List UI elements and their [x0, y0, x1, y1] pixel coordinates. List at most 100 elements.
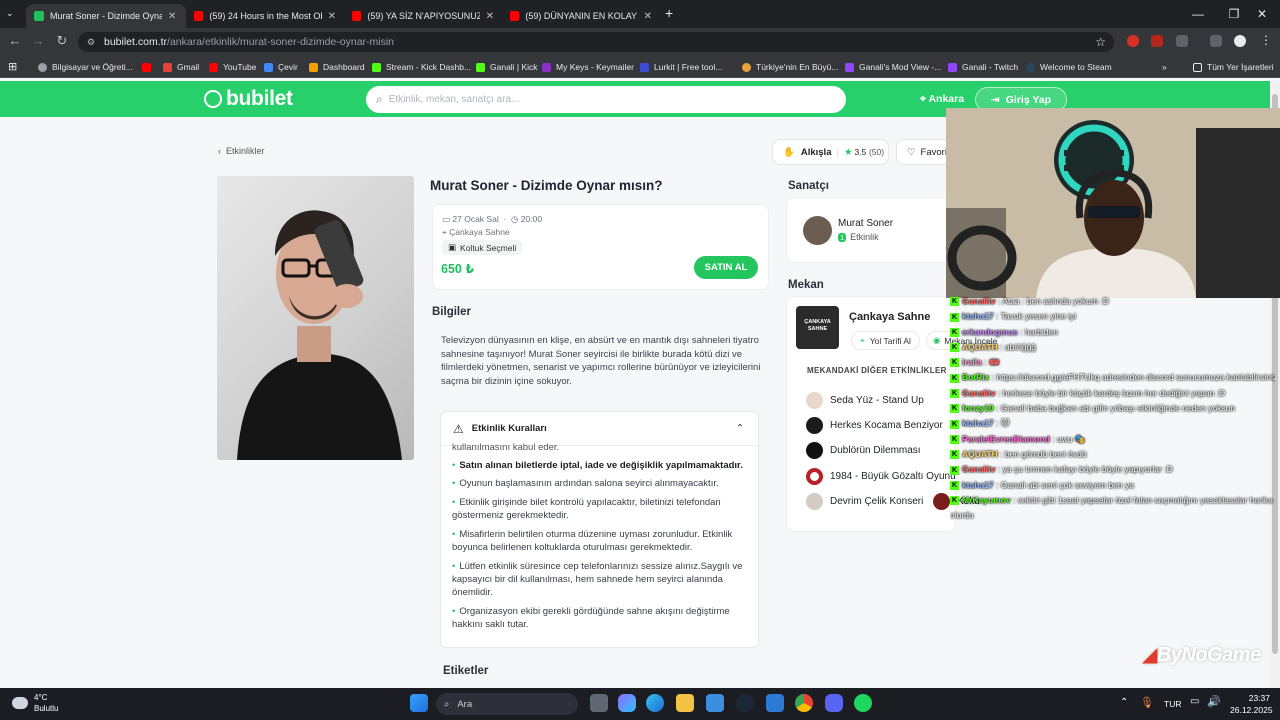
tab-youtube-3[interactable]: (59) DÜNYANIN EN KOLAY BAN… ✕: [502, 4, 660, 28]
other-event-item[interactable]: 1984 - Büyük Gözaltı Oyunu: [806, 467, 956, 486]
buy-ticket-button[interactable]: SATIN AL: [694, 256, 758, 279]
event-venue-link[interactable]: ⌖ Çankaya Sahne: [442, 227, 510, 238]
bookmark-item[interactable]: [142, 58, 156, 76]
rule-partial-line: kullanılmasını kabul eder.: [452, 442, 560, 453]
location-pin-icon: ⌖: [860, 335, 865, 345]
site-info-icon[interactable]: ⚙: [87, 37, 95, 48]
chevron-up-icon[interactable]: ⌃: [736, 423, 744, 434]
taskbar-search[interactable]: ⌕ Ara: [436, 693, 578, 715]
more-bookmarks-icon[interactable]: »: [1162, 58, 1167, 76]
extension-tp-icon[interactable]: [1151, 35, 1163, 47]
extension-red-icon[interactable]: [1127, 35, 1139, 47]
steam-icon[interactable]: [736, 694, 754, 712]
close-tab-icon[interactable]: ✕: [168, 11, 176, 22]
calendar-icon: ▭: [442, 214, 453, 224]
bookmark-item-translate[interactable]: Çevir: [264, 58, 298, 76]
bookmark-item-turkiye[interactable]: Türkiye'nin En Büyü...: [742, 58, 838, 76]
other-event-item[interactable]: Devrim Çelik Konseri: [806, 492, 923, 511]
site-search-input[interactable]: ⌕ Etkinlik, mekan, sanatçı ara...: [366, 86, 846, 113]
bookmark-item-ganali-kick[interactable]: Ganali | Kick: [476, 58, 538, 76]
bookmark-item-lurkit[interactable]: Lurkit | Free tool...: [640, 58, 722, 76]
task-view-icon[interactable]: [590, 694, 608, 712]
close-tab-icon[interactable]: ✕: [486, 11, 494, 22]
city-selector[interactable]: ⌖ Ankara: [920, 93, 964, 106]
tab-bubilet[interactable]: Murat Soner - Dizimde Oynar mısın? ✕: [26, 4, 186, 28]
spotify-icon[interactable]: [854, 694, 872, 712]
minimize-icon[interactable]: —: [1180, 0, 1216, 28]
event-description: Televizyon dünyasının en klişe, en absür…: [441, 335, 761, 387]
webcam-overlay: [946, 108, 1280, 298]
file-explorer-icon[interactable]: [676, 694, 694, 712]
discord-icon[interactable]: [825, 694, 843, 712]
close-tab-icon[interactable]: ✕: [328, 11, 336, 22]
back-to-events-link[interactable]: ‹ Etkinlikler: [218, 146, 265, 156]
bookmark-item-kick-dashboard[interactable]: Stream - Kick Dashb...: [372, 58, 471, 76]
close-window-icon[interactable]: ✕: [1244, 0, 1280, 28]
taskbar-clock[interactable]: 23:37 26.12.2025: [1230, 692, 1273, 716]
search-icon: ⌕: [376, 92, 383, 106]
bookmark-item-dashboard[interactable]: Dashboard: [309, 58, 365, 76]
search-icon: ⌕: [444, 698, 450, 710]
bookmark-item-keymailer[interactable]: My Keys - Keymailer: [542, 58, 634, 76]
bookmark-item-mod-view[interactable]: Ganali's Mod View -...: [845, 58, 941, 76]
venue-logo: ÇANKAYA SAHNE: [796, 306, 839, 349]
rule-item: • Etkinlik girişinde bilet kontrolü yapıl…: [452, 497, 721, 521]
apps-grid-icon[interactable]: ⊞: [8, 60, 17, 73]
other-event-item[interactable]: Herkes Kocama Benziyor: [806, 416, 943, 435]
artist-section-title: Sanatçı: [788, 180, 829, 192]
tab-search-button[interactable]: ⌄: [6, 8, 14, 19]
windows-taskbar: [0, 688, 1280, 720]
seat-icon: ▣: [448, 242, 457, 252]
search-placeholder: Etkinlik, mekan, sanatçı ara...: [388, 94, 520, 105]
chat-message: Kktaha17 : 🐱: [950, 418, 1010, 429]
microphone-icon[interactable]: 🎙: [1140, 696, 1154, 709]
close-tab-icon[interactable]: ✕: [644, 11, 652, 22]
chat-message: Kfonzy10 : Ganali baba buğkan abi gilin …: [950, 403, 1236, 414]
bookmark-item-youtube[interactable]: YouTube: [209, 58, 256, 76]
tab-youtube-1[interactable]: (59) 24 Hours in the Most Obe… ✕: [186, 4, 344, 28]
artist-photo: [237, 210, 402, 460]
bookmark-item-twitch[interactable]: Ganali - Twitch: [948, 58, 1018, 76]
chat-message: K ParalelEvrenDiamond : uwu 🎭: [950, 433, 1086, 444]
bookmark-star-icon[interactable]: ☆: [1095, 35, 1106, 49]
forward-arrow-icon[interactable]: →: [28, 33, 48, 48]
tab-youtube-2[interactable]: (59) YA SİZ N'APIYOSUNUZ! NE… ✕: [344, 4, 502, 28]
media-queue-icon[interactable]: [1210, 35, 1222, 47]
keyboard-language[interactable]: TUR: [1164, 699, 1181, 709]
artist-name: Murat Soner: [838, 218, 894, 229]
chrome-icon[interactable]: [795, 694, 813, 712]
tab-title: Murat Soner - Dizimde Oynar mısın?: [50, 11, 162, 21]
event-title: Murat Soner - Dizimde Oynar mısın?: [430, 178, 663, 193]
applause-button[interactable]: ✋ Alkışla | ★ 3.5 (50): [772, 139, 889, 165]
artist-avatar: [803, 216, 832, 245]
weather-widget[interactable]: 4°C Bulutlu: [12, 692, 58, 714]
copilot-icon[interactable]: [618, 694, 636, 712]
chat-message: Kktaha17 : Ganali abi seni çok seviyem b…: [950, 479, 1135, 490]
bookmark-item-gmail[interactable]: Gmail: [163, 58, 199, 76]
volume-icon[interactable]: 🔊: [1207, 695, 1221, 708]
bookmark-item-steam[interactable]: Welcome to Steam: [1026, 58, 1112, 76]
tab-title: (59) YA SİZ N'APIYOSUNUZ! NE…: [367, 11, 480, 21]
network-icon[interactable]: ▭: [1190, 696, 1199, 707]
chat-message: Kiraila : 🎟️: [950, 357, 1000, 368]
extensions-puzzle-icon[interactable]: [1176, 35, 1188, 47]
chat-message: K AQUATH : ben gömdü beni övdü: [950, 448, 1087, 460]
store-icon[interactable]: [706, 694, 724, 712]
other-event-item[interactable]: Dublörün Dilemması: [806, 441, 921, 460]
profile-avatar-icon[interactable]: [1234, 35, 1246, 47]
bubilet-logo[interactable]: bubilet: [204, 86, 293, 112]
chat-message: K MrKayumov : sektiri gibi 1saat yapsalar…: [950, 494, 1273, 521]
tray-overflow-icon[interactable]: ⌃: [1120, 697, 1128, 708]
back-arrow-icon[interactable]: ←: [5, 33, 25, 48]
address-bar[interactable]: ⚙ bubilet.com.tr/ankara/etkinlik/murat-s…: [78, 32, 1114, 52]
all-bookmarks-folder[interactable]: Tüm Yer İşaretleri: [1193, 58, 1274, 76]
windows-start-icon[interactable]: [410, 694, 428, 712]
other-event-item[interactable]: Seda Yüz - Stand Up: [806, 391, 924, 410]
new-tab-icon[interactable]: +: [665, 5, 673, 21]
browser-menu-icon[interactable]: ⋮: [1260, 33, 1272, 47]
directions-button[interactable]: ⌖ Yol Tarifi Al: [851, 331, 920, 350]
reload-icon[interactable]: ↻: [52, 33, 72, 49]
mail-icon[interactable]: [766, 694, 784, 712]
bookmark-item[interactable]: Bilgisayar ve Öğreti...: [38, 58, 133, 76]
edge-icon[interactable]: [646, 694, 664, 712]
